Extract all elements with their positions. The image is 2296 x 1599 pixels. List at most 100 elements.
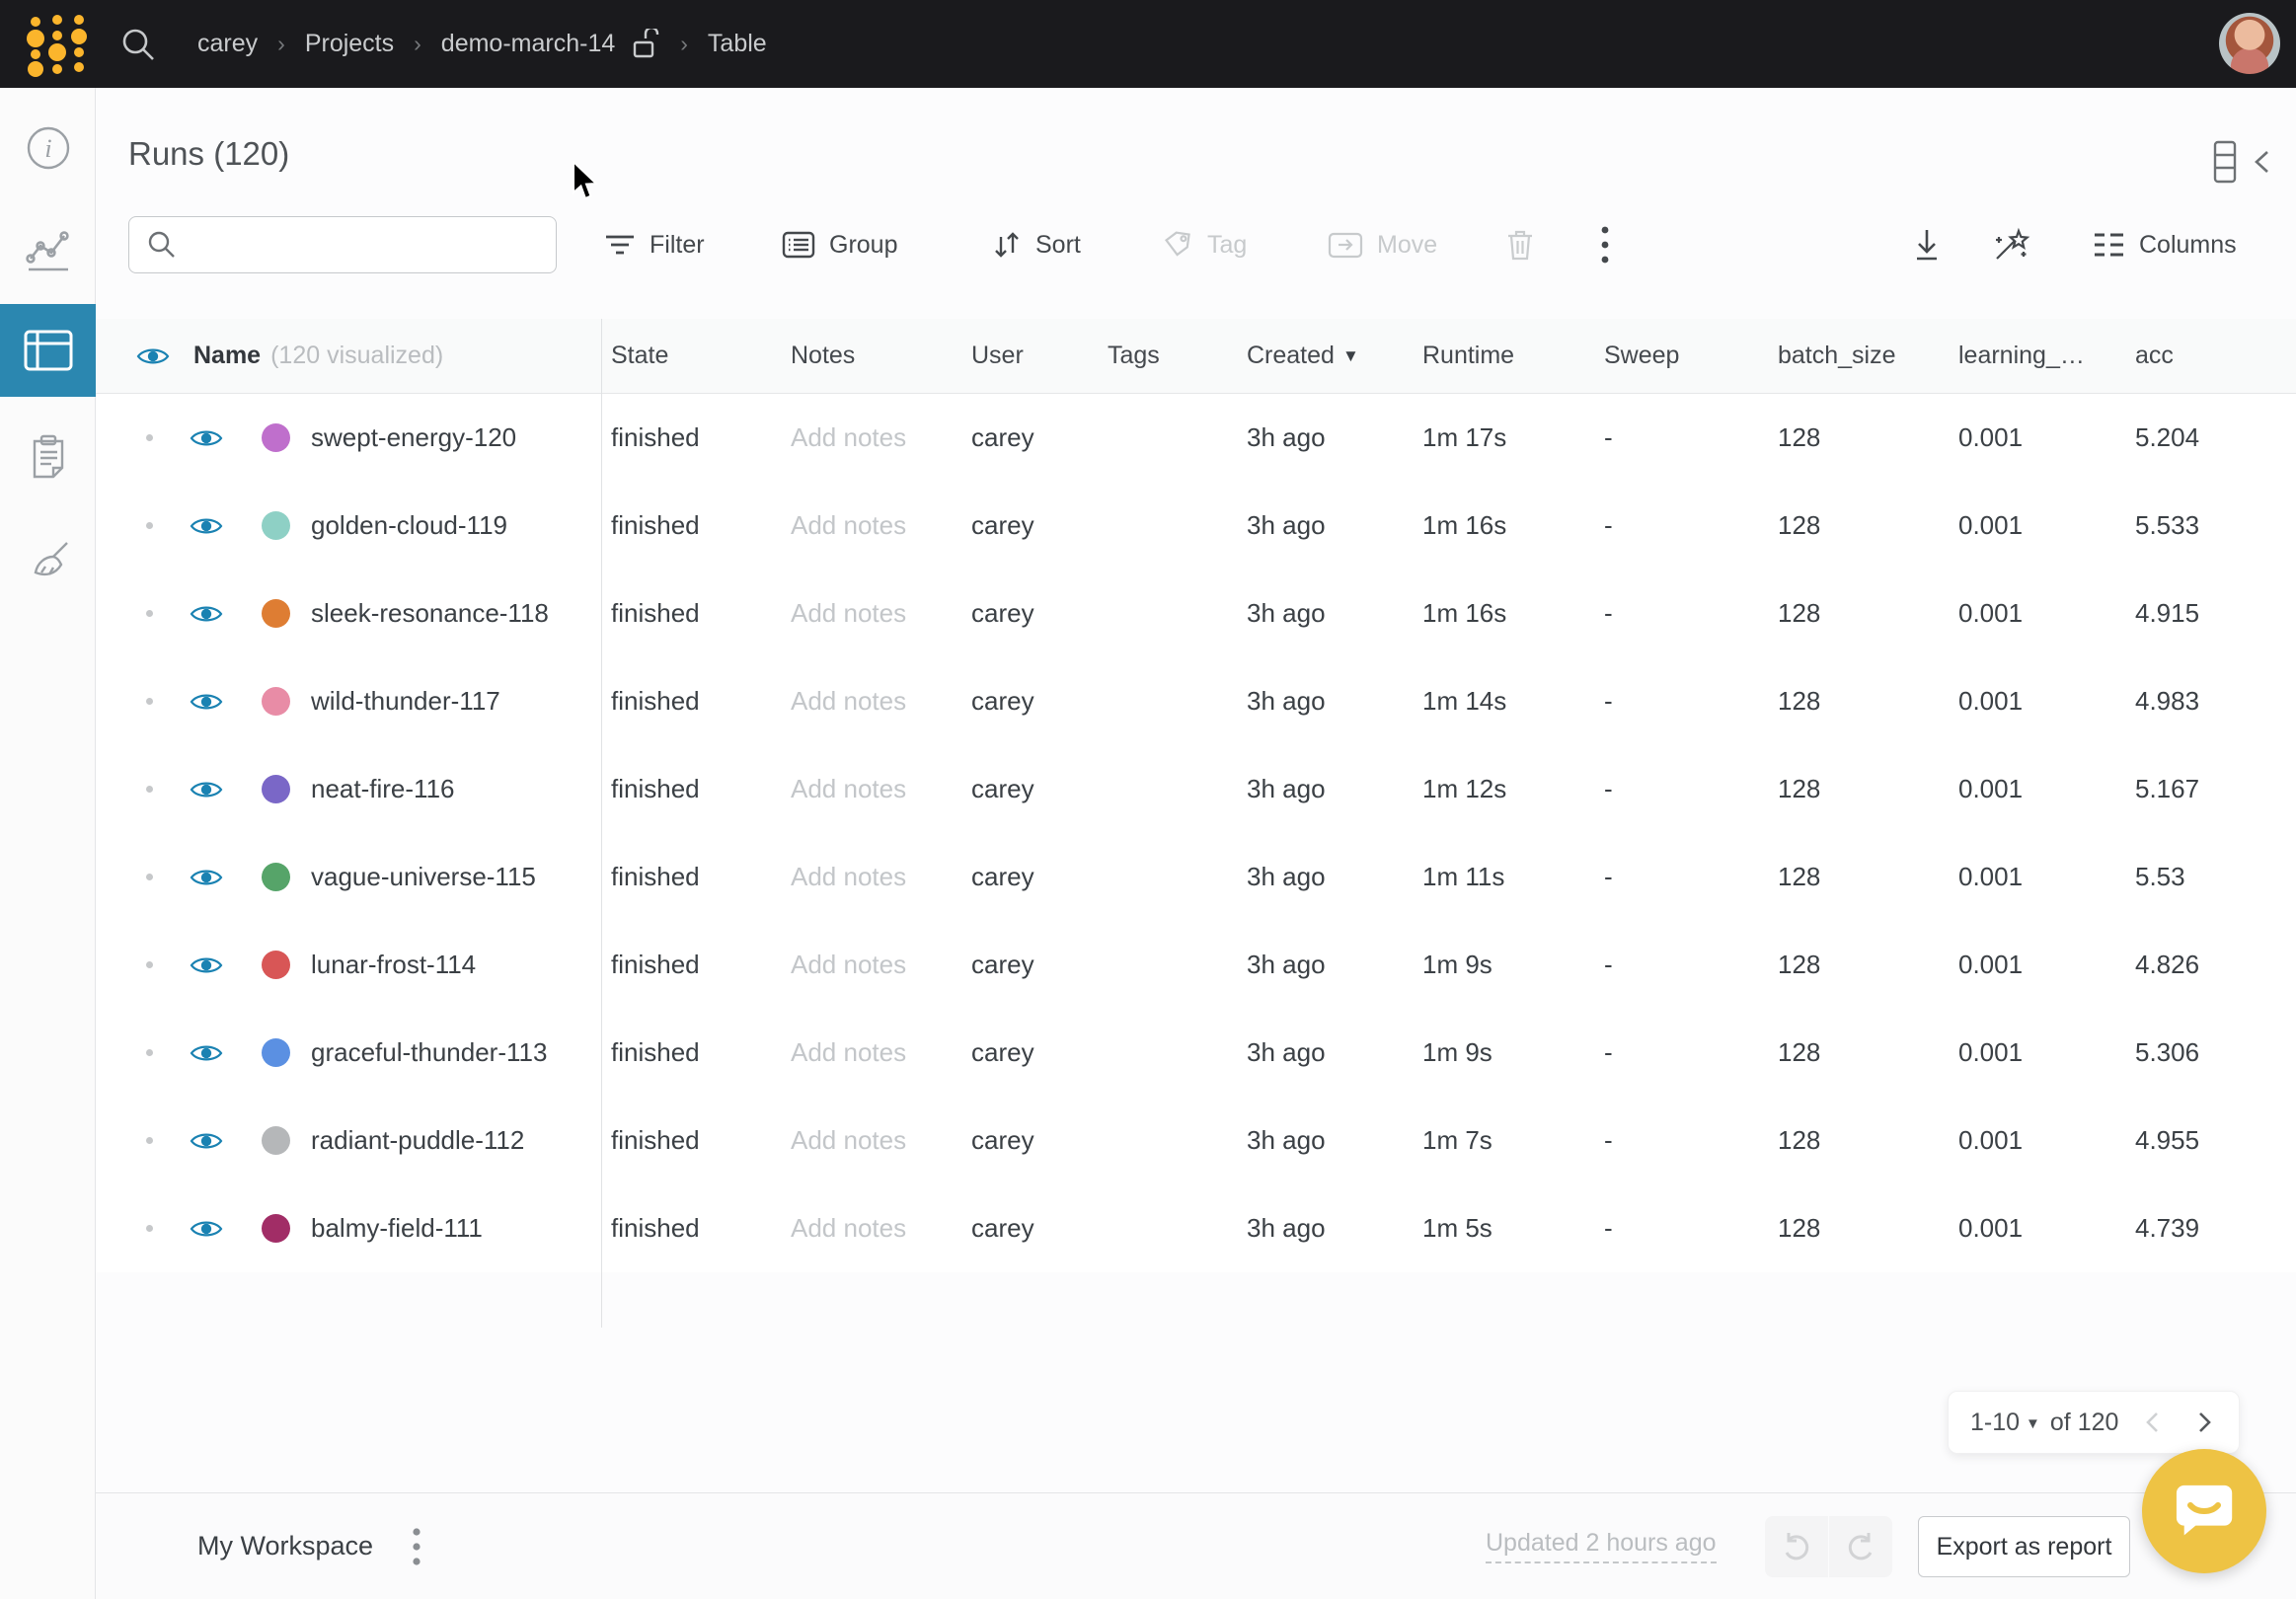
- run-name-link[interactable]: golden-cloud-119: [311, 510, 507, 541]
- column-header-sweep[interactable]: Sweep: [1594, 342, 1768, 370]
- column-header-notes[interactable]: Notes: [781, 342, 961, 370]
- table-row[interactable]: wild-thunder-117 finished Add notes care…: [96, 657, 2296, 745]
- run-name-link[interactable]: graceful-thunder-113: [311, 1037, 547, 1068]
- drag-handle[interactable]: [146, 1225, 153, 1232]
- drag-handle[interactable]: [146, 434, 153, 441]
- workspace-kebab-menu-icon[interactable]: [402, 1525, 431, 1568]
- notes-cell[interactable]: Add notes: [781, 862, 961, 892]
- run-name-link[interactable]: radiant-puddle-112: [311, 1125, 524, 1156]
- run-name-link[interactable]: lunar-frost-114: [311, 950, 476, 980]
- notes-cell[interactable]: Add notes: [781, 774, 961, 804]
- sidebar-item-logs[interactable]: [0, 412, 96, 504]
- chat-support-button[interactable]: [2142, 1449, 2266, 1573]
- run-color-dot[interactable]: [262, 511, 290, 540]
- visibility-eye-icon[interactable]: [190, 514, 223, 538]
- breadcrumb-project[interactable]: demo-march-14: [441, 30, 615, 58]
- user-avatar[interactable]: [2219, 13, 2280, 74]
- notes-cell[interactable]: Add notes: [781, 598, 961, 629]
- run-color-dot[interactable]: [262, 775, 290, 803]
- drag-handle[interactable]: [146, 1049, 153, 1056]
- run-color-dot[interactable]: [262, 687, 290, 716]
- run-color-dot[interactable]: [262, 863, 290, 891]
- sidebar-item-charts[interactable]: [0, 204, 96, 297]
- visibility-eye-icon[interactable]: [190, 1041, 223, 1065]
- table-row[interactable]: golden-cloud-119 finished Add notes care…: [96, 482, 2296, 570]
- updated-label[interactable]: Updated 2 hours ago: [1486, 1529, 1717, 1563]
- notes-cell[interactable]: Add notes: [781, 1037, 961, 1068]
- column-header-tags[interactable]: Tags: [1098, 342, 1237, 370]
- table-row[interactable]: balmy-field-111 finished Add notes carey…: [96, 1184, 2296, 1272]
- column-header-created[interactable]: Created▼: [1237, 342, 1413, 370]
- notes-cell[interactable]: Add notes: [781, 422, 961, 453]
- visibility-eye-icon[interactable]: [190, 953, 223, 977]
- drag-handle[interactable]: [146, 610, 153, 617]
- runs-search-box[interactable]: [128, 216, 557, 273]
- column-header-runtime[interactable]: Runtime: [1413, 342, 1594, 370]
- visibility-eye-icon[interactable]: [190, 690, 223, 714]
- column-header-state[interactable]: State: [601, 342, 781, 370]
- table-row[interactable]: neat-fire-116 finished Add notes carey 3…: [96, 745, 2296, 833]
- run-name-link[interactable]: vague-universe-115: [311, 862, 536, 892]
- panel-layout-icon[interactable]: [2208, 139, 2242, 185]
- notes-cell[interactable]: Add notes: [781, 1213, 961, 1244]
- run-name-link[interactable]: wild-thunder-117: [311, 686, 500, 717]
- more-actions-button[interactable]: [1599, 216, 1611, 273]
- breadcrumb-projects[interactable]: Projects: [305, 30, 394, 58]
- run-color-dot[interactable]: [262, 423, 290, 452]
- visibility-eye-icon[interactable]: [190, 866, 223, 889]
- run-name-link[interactable]: swept-energy-120: [311, 422, 516, 453]
- drag-handle[interactable]: [146, 1137, 153, 1144]
- run-color-dot[interactable]: [262, 1214, 290, 1243]
- column-header-user[interactable]: User: [961, 342, 1098, 370]
- breadcrumb-user[interactable]: carey: [197, 30, 258, 58]
- group-button[interactable]: Group: [782, 216, 897, 273]
- notes-cell[interactable]: Add notes: [781, 686, 961, 717]
- notes-cell[interactable]: Add notes: [781, 950, 961, 980]
- drag-handle[interactable]: [146, 961, 153, 968]
- columns-button[interactable]: Columns: [2092, 216, 2237, 273]
- sort-button[interactable]: Sort: [992, 216, 1081, 273]
- export-as-report-button[interactable]: Export as report: [1918, 1516, 2130, 1577]
- run-color-dot[interactable]: [262, 599, 290, 628]
- drag-handle[interactable]: [146, 522, 153, 529]
- visibility-eye-icon[interactable]: [190, 1217, 223, 1241]
- visibility-eye-icon[interactable]: [190, 602, 223, 626]
- collapse-chevron-icon[interactable]: [2248, 145, 2277, 179]
- search-icon[interactable]: [118, 25, 158, 64]
- drag-handle[interactable]: [146, 874, 153, 880]
- visibility-eye-icon[interactable]: [190, 778, 223, 801]
- wandb-logo-icon[interactable]: [24, 10, 89, 77]
- table-row[interactable]: vague-universe-115 finished Add notes ca…: [96, 833, 2296, 921]
- filter-button[interactable]: Filter: [604, 216, 705, 273]
- drag-handle[interactable]: [146, 698, 153, 705]
- visibility-eye-icon[interactable]: [190, 426, 223, 450]
- notes-cell[interactable]: Add notes: [781, 510, 961, 541]
- search-input[interactable]: [177, 231, 556, 260]
- table-row[interactable]: radiant-puddle-112 finished Add notes ca…: [96, 1097, 2296, 1184]
- page-range-dropdown[interactable]: 1-10 ▼: [1970, 1409, 2040, 1437]
- column-header-learning-[interactable]: learning_…: [1949, 342, 2125, 370]
- workspace-name[interactable]: My Workspace: [197, 1493, 373, 1599]
- name-header-label[interactable]: Name: [193, 342, 261, 370]
- run-name-link[interactable]: balmy-field-111: [311, 1213, 483, 1244]
- breadcrumb-page[interactable]: Table: [708, 30, 767, 58]
- notes-cell[interactable]: Add notes: [781, 1125, 961, 1156]
- run-color-dot[interactable]: [262, 1126, 290, 1155]
- drag-handle[interactable]: [146, 786, 153, 793]
- previous-page-icon[interactable]: [2140, 1408, 2166, 1437]
- next-page-icon[interactable]: [2191, 1408, 2217, 1437]
- run-color-dot[interactable]: [262, 1038, 290, 1067]
- table-row[interactable]: sleek-resonance-118 finished Add notes c…: [96, 570, 2296, 657]
- column-header-batch-size[interactable]: batch_size: [1768, 342, 1949, 370]
- magic-wand-button[interactable]: [1991, 216, 2030, 273]
- run-name-link[interactable]: sleek-resonance-118: [311, 598, 549, 629]
- visibility-eye-icon[interactable]: [136, 344, 170, 368]
- sidebar-item-overview[interactable]: i: [0, 102, 96, 194]
- table-row[interactable]: lunar-frost-114 finished Add notes carey…: [96, 921, 2296, 1009]
- visibility-eye-icon[interactable]: [190, 1129, 223, 1153]
- table-row[interactable]: swept-energy-120 finished Add notes care…: [96, 394, 2296, 482]
- run-name-link[interactable]: neat-fire-116: [311, 774, 455, 804]
- column-header-acc[interactable]: acc: [2125, 342, 2296, 370]
- run-color-dot[interactable]: [262, 951, 290, 979]
- sidebar-item-table[interactable]: [0, 304, 96, 397]
